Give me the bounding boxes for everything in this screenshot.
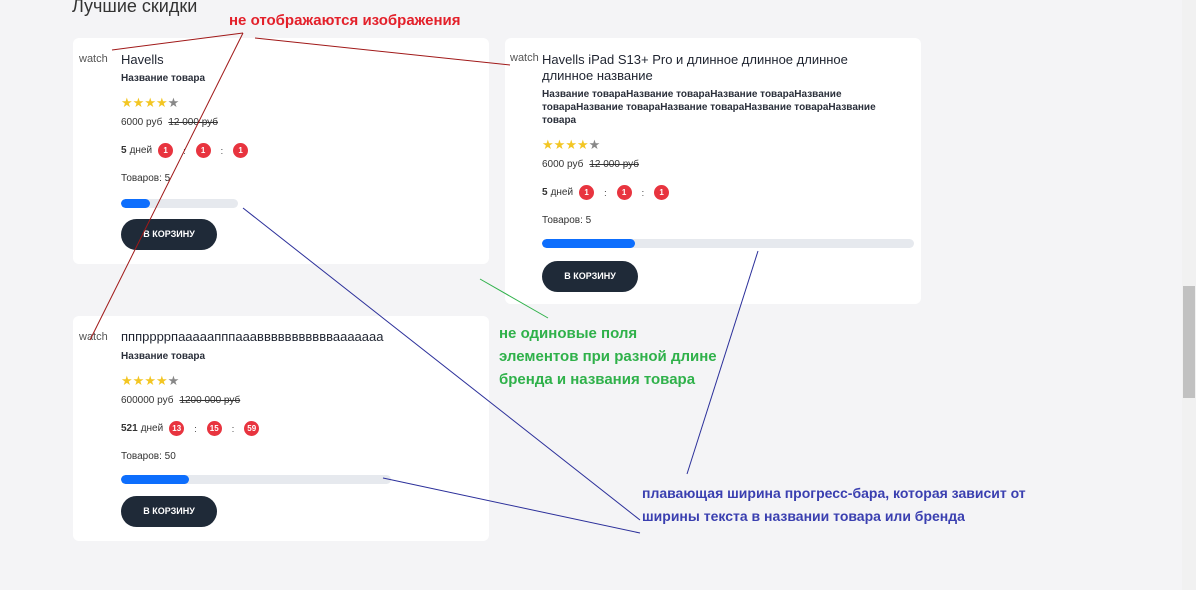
page-scrollbar[interactable] — [1182, 0, 1196, 590]
annotation-line-blue — [382, 477, 641, 534]
annotation-note-fields: не одиновые поля элементов при разной дл… — [499, 325, 717, 388]
annotation-line-red — [89, 32, 244, 341]
annotation-line-green — [479, 278, 549, 319]
annotation-note-progress: плавающая ширина прогресс-бара, которая … — [642, 485, 1026, 524]
annotation-line-red — [111, 32, 244, 51]
annotation-line-red — [254, 37, 511, 66]
annotation-note-images: не отображаются изображения — [229, 12, 461, 29]
scrollbar-thumb[interactable] — [1183, 286, 1195, 398]
